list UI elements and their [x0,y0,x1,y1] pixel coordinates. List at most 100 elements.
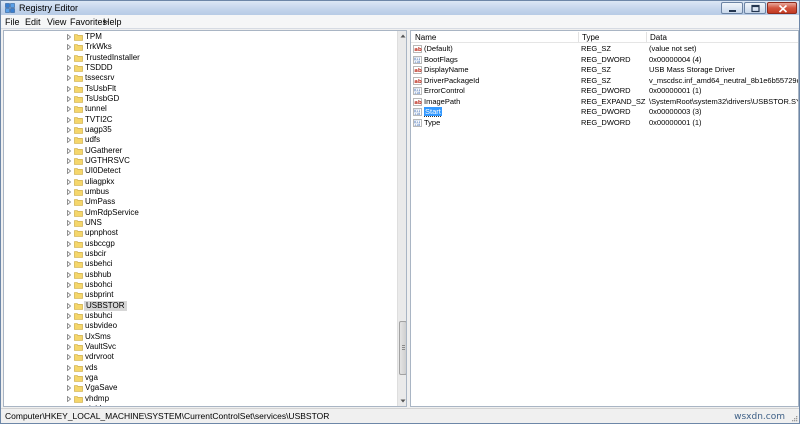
expand-arrow-icon[interactable] [66,116,72,123]
expand-arrow-icon[interactable] [66,188,72,195]
menu-edit[interactable]: Edit [25,17,41,27]
value-name[interactable]: ImagePath [424,97,578,108]
scroll-down-icon[interactable] [398,396,407,406]
value-row[interactable]: ab ImagePath REG_EXPAND_SZ \SystemRoot\syst… [411,97,798,108]
value-row[interactable]: 011 110 ErrorControl REG_DWORD 0x00000001 (1… [411,86,798,97]
tree-item[interactable]: umbus [4,187,396,197]
tree-item[interactable]: usbehci [4,259,396,269]
tree-item[interactable]: UmPass [4,197,396,207]
expand-arrow-icon[interactable] [66,219,72,226]
expand-arrow-icon[interactable] [66,44,72,51]
tree-item[interactable]: TrustedInstaller [4,53,396,63]
value-row[interactable]: ab DriverPackageId REG_SZ v_mscdsc.inf_amd6… [411,76,798,87]
value-name[interactable]: DisplayName [424,65,578,76]
column-divider[interactable] [578,32,579,42]
tree-item[interactable]: TPM [4,32,396,42]
expand-arrow-icon[interactable] [66,364,72,371]
registry-values-list[interactable]: Name Type Data ab (Default) REG_SZ (value n… [410,30,799,407]
tree-item[interactable]: udfs [4,135,396,145]
tree-item[interactable]: vdrvroot [4,352,396,362]
column-divider[interactable] [646,32,647,42]
tree-item[interactable]: TsUsbGD [4,94,396,104]
expand-arrow-icon[interactable] [66,374,72,381]
tree-item[interactable]: usbhub [4,270,396,280]
menu-help[interactable]: Help [103,17,122,27]
expand-arrow-icon[interactable] [66,323,72,330]
tree-item[interactable]: VaultSvc [4,342,396,352]
expand-arrow-icon[interactable] [66,137,72,144]
tree-item[interactable]: upnphost [4,228,396,238]
expand-arrow-icon[interactable] [66,106,72,113]
expand-arrow-icon[interactable] [66,312,72,319]
expand-arrow-icon[interactable] [66,343,72,350]
expand-arrow-icon[interactable] [66,34,72,40]
expand-arrow-icon[interactable] [66,354,72,361]
tree-item[interactable]: usbohci [4,280,396,290]
expand-arrow-icon[interactable] [66,281,72,288]
value-name[interactable]: (Default) [424,44,578,55]
expand-arrow-icon[interactable] [66,230,72,237]
title-bar[interactable]: Registry Editor [1,1,799,15]
tree-item[interactable]: usbuhci [4,311,396,321]
value-row[interactable]: ab DisplayName REG_SZ USB Mass Storage Driv… [411,65,798,76]
expand-arrow-icon[interactable] [66,178,72,185]
tree-item[interactable]: usbvideo [4,321,396,331]
value-name[interactable]: Start [424,107,442,118]
tree-item[interactable]: UI0Detect [4,166,396,176]
expand-arrow-icon[interactable] [66,85,72,92]
expand-arrow-icon[interactable] [66,333,72,340]
tree-item[interactable]: UmRdpService [4,208,396,218]
close-button[interactable] [767,2,797,14]
tree-item[interactable]: UGTHRSVC [4,156,396,166]
menu-view[interactable]: View [47,17,66,27]
tree-item[interactable]: vds [4,363,396,373]
tree-item[interactable]: vhdmp [4,394,396,404]
expand-arrow-icon[interactable] [66,209,72,216]
expand-arrow-icon[interactable] [66,250,72,257]
tree-item[interactable]: TSDDD [4,63,396,73]
value-name[interactable]: ErrorControl [424,86,578,97]
value-row[interactable]: 011 110 BootFlags REG_DWORD 0x00000004 (4) [411,55,798,66]
menu-file[interactable]: File [5,17,20,27]
value-name[interactable]: Type [424,118,578,129]
tree-item[interactable]: USBSTOR [4,300,396,311]
expand-arrow-icon[interactable] [66,405,72,407]
tree-item[interactable]: usbccgp [4,239,396,249]
tree-item[interactable]: UNS [4,218,396,228]
expand-arrow-icon[interactable] [66,168,72,175]
tree-item[interactable]: usbcir [4,249,396,259]
expand-arrow-icon[interactable] [66,126,72,133]
expand-arrow-icon[interactable] [66,54,72,61]
expand-arrow-icon[interactable] [66,95,72,102]
column-header-data[interactable]: Data [650,33,667,42]
tree-item[interactable]: vga [4,373,396,383]
expand-arrow-icon[interactable] [66,395,72,402]
expand-arrow-icon[interactable] [66,302,72,309]
tree-scrollbar[interactable] [397,31,407,406]
expand-arrow-icon[interactable] [66,157,72,164]
value-row[interactable]: ab (Default) REG_SZ (value not set) [411,44,798,55]
expand-arrow-icon[interactable] [66,147,72,154]
tree-item[interactable]: viaide [4,404,396,407]
value-row[interactable]: 011 110 Start REG_DWORD 0x00000003 (3) [411,107,798,118]
tree-item[interactable]: TVTI2C [4,115,396,125]
selected-value-name[interactable]: Start [424,107,442,117]
tree-item[interactable]: tunnel [4,104,396,114]
tree-item[interactable]: uagp35 [4,125,396,135]
minimize-button[interactable] [721,2,743,14]
menu-favorites[interactable]: Favorites [70,17,107,27]
expand-arrow-icon[interactable] [66,261,72,268]
value-name[interactable]: BootFlags [424,55,578,66]
tree-item[interactable]: TrkWks [4,42,396,52]
registry-key-tree[interactable]: TPM TrkWks TrustedInstaller TSDDD tssecsrv Ts… [3,30,407,407]
column-header-type[interactable]: Type [582,33,599,42]
expand-arrow-icon[interactable] [66,292,72,299]
tree-item[interactable]: UxSms [4,332,396,342]
scroll-up-icon[interactable] [398,31,407,41]
tree-item[interactable]: TsUsbFlt [4,84,396,94]
expand-arrow-icon[interactable] [66,240,72,247]
value-name[interactable]: DriverPackageId [424,76,578,87]
scrollbar-thumb[interactable] [399,321,406,375]
tree-item[interactable]: usbprint [4,290,396,300]
tree-item[interactable]: VgaSave [4,383,396,393]
